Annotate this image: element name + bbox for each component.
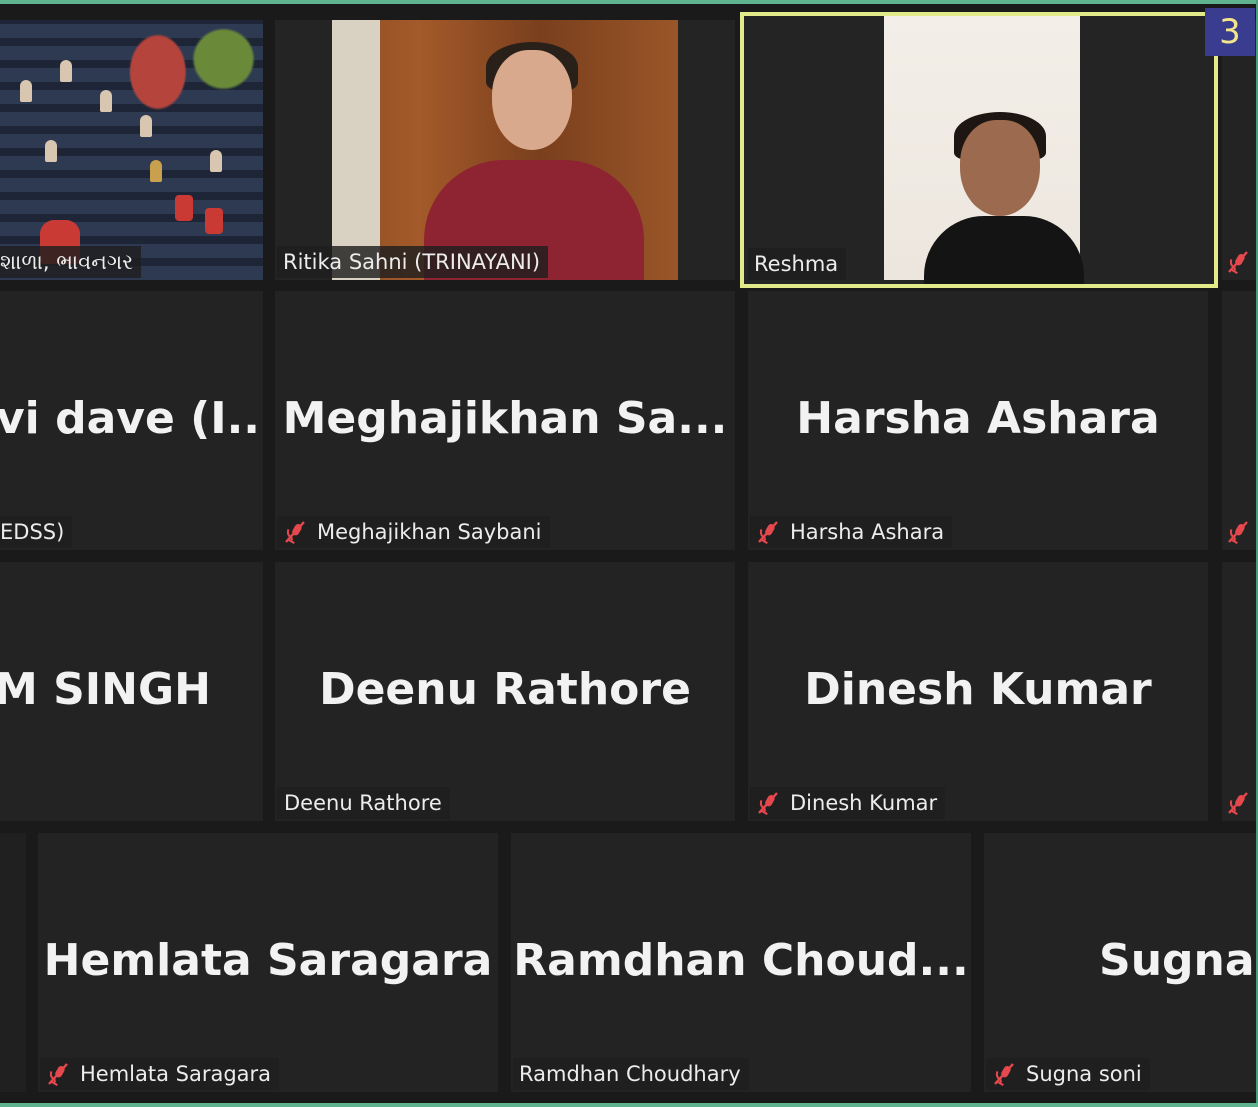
participant-name-text: Sugna soni (1026, 1062, 1142, 1086)
participant-tile-harsha-ashara[interactable]: Harsha Ashara Harsha Ashara (748, 291, 1208, 550)
participant-tile-edge (0, 833, 26, 1092)
participant-tile-partial[interactable] (1222, 291, 1256, 550)
participant-name-text: Harsha Ashara (790, 520, 945, 544)
participant-name-label: Meghajikhan Saybani (277, 516, 550, 548)
microphone-muted-icon (756, 791, 780, 815)
participant-video (332, 20, 678, 280)
participant-name-label: EDSS) (0, 516, 73, 548)
participant-name-text: Deenu Rathore (284, 791, 442, 815)
participant-tile-dave[interactable]: vi dave (I... EDSS) (0, 291, 263, 550)
participant-name-text: Ramdhan Choudhary (519, 1062, 741, 1086)
participant-tile-meghajikhan[interactable]: Meghajikhan Sa... Meghajikhan Saybani (275, 291, 735, 550)
page-number-badge[interactable]: 3 (1205, 8, 1255, 56)
participant-name-label: Sugna soni (986, 1058, 1150, 1090)
video-tile-reshma[interactable]: Reshma (744, 16, 1214, 284)
participant-name-text: Ritika Sahni (TRINAYANI) (283, 250, 541, 274)
participant-name-label: Reshma (748, 248, 847, 280)
video-tile-partial[interactable] (1222, 20, 1256, 280)
participant-name-label: Ramdhan Choudhary (513, 1058, 749, 1090)
participant-display-name: M SINGH (0, 663, 211, 715)
microphone-muted-icon (46, 1062, 70, 1086)
microphone-muted-icon (1226, 520, 1250, 544)
participant-name-label: Deenu Rathore (277, 787, 450, 819)
participant-tile-hemlata-saragara[interactable]: Hemlata Saragara Hemlata Saragara (38, 833, 498, 1092)
video-tile-school[interactable]: શાળા, ભાવનગર (0, 20, 263, 280)
participant-name-text: EDSS) (0, 520, 65, 544)
participant-name-label: Ritika Sahni (TRINAYANI) (277, 246, 549, 278)
participant-tile-ramdhan-choudhary[interactable]: Ramdhan Choud... Ramdhan Choudhary (511, 833, 971, 1092)
participant-display-name: Meghajikhan Sa... (282, 392, 728, 444)
video-tile-ritika-sahni[interactable]: Ritika Sahni (TRINAYANI) (275, 20, 735, 280)
participant-tile-partial[interactable] (1222, 562, 1256, 821)
participant-name-text: Hemlata Saragara (80, 1062, 272, 1086)
participant-tile-dinesh-kumar[interactable]: Dinesh Kumar Dinesh Kumar (748, 562, 1208, 821)
participant-name-label: Harsha Ashara (750, 516, 953, 548)
window-frame-bottom (0, 1103, 1258, 1107)
participant-display-name: Harsha Ashara (796, 392, 1160, 444)
participant-tile-sugna-soni[interactable]: Sugna s Sugna soni (984, 833, 1256, 1092)
participant-video (884, 16, 1084, 284)
participant-display-name: vi dave (I... (0, 392, 263, 444)
participant-name-text: Dinesh Kumar (790, 791, 938, 815)
microphone-muted-icon (1226, 250, 1250, 274)
participant-tile-deenu-rathore[interactable]: Deenu Rathore Deenu Rathore (275, 562, 735, 821)
microphone-muted-icon (1226, 791, 1250, 815)
participant-name-label: Hemlata Saragara (40, 1058, 280, 1090)
participant-display-name: Hemlata Saragara (43, 934, 493, 986)
participant-video (0, 20, 263, 280)
participant-name-text: શાળા, ભાવનગર (0, 250, 134, 274)
participant-name-label: શાળા, ભાવનગર (0, 246, 142, 278)
participant-display-name: Sugna s (1099, 934, 1256, 986)
participant-display-name: Ramdhan Choud... (513, 934, 969, 986)
participant-name-text: Meghajikhan Saybani (317, 520, 542, 544)
participant-name-label: Dinesh Kumar (750, 787, 946, 819)
participant-name-text: Reshma (754, 252, 839, 276)
microphone-muted-icon (992, 1062, 1016, 1086)
window-frame-top (0, 0, 1258, 4)
microphone-muted-icon (756, 520, 780, 544)
participant-display-name: Deenu Rathore (319, 663, 691, 715)
microphone-muted-icon (283, 520, 307, 544)
participant-display-name: Dinesh Kumar (804, 663, 1152, 715)
participant-tile-singh[interactable]: M SINGH (0, 562, 263, 821)
